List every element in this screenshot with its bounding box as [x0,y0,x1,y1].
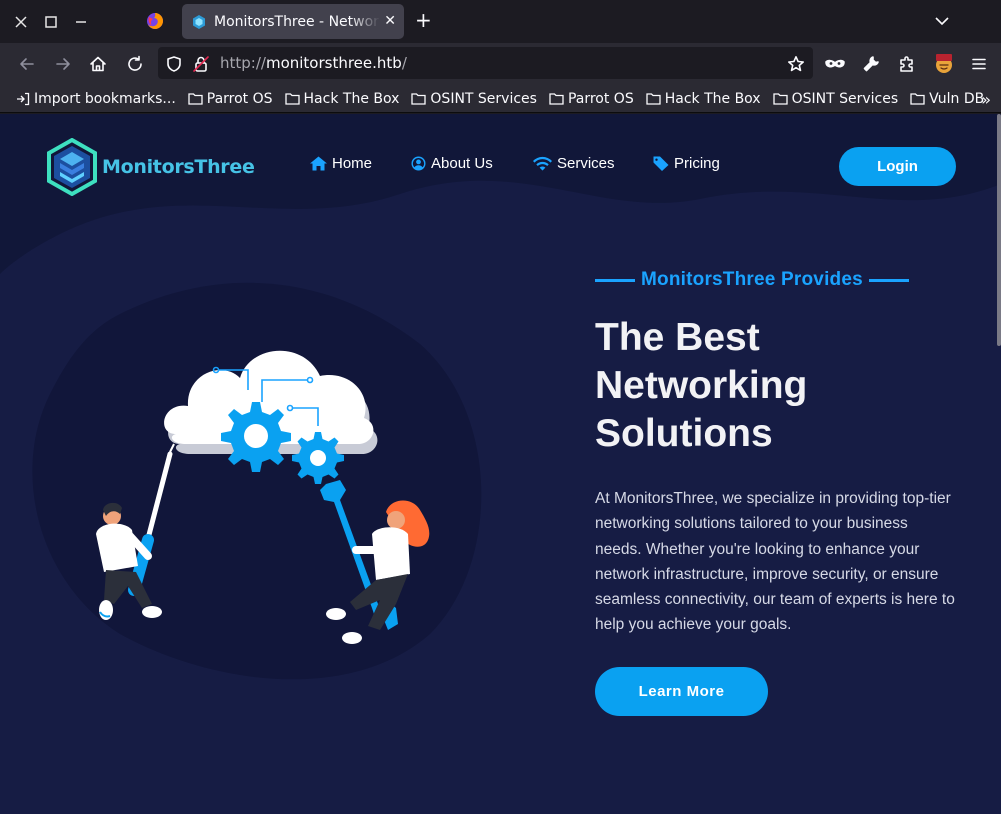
learn-more-button[interactable]: Learn More [595,667,768,716]
private-mask-button[interactable] [825,54,845,74]
insecure-lock-icon[interactable] [191,54,211,74]
url-path: / [401,54,407,72]
bookmark-import[interactable]: Import bookmarks... [16,91,176,107]
nav-services-label: Services [557,155,615,172]
bookmark-star-button[interactable] [786,54,806,74]
mask-icon [825,59,845,68]
hero-headline: The Best Networking Solutions [595,316,808,455]
wrench-icon [863,56,879,72]
monitorsthree-favicon-icon [193,14,205,29]
nav-pricing[interactable]: Pricing [653,155,720,172]
tab-title: MonitorsThree - Network [214,13,380,30]
arrow-right-icon [56,58,70,70]
site-logo[interactable]: MonitorsThree [46,138,255,196]
wifi-icon [533,156,552,171]
bookmarks-overflow-chevron-icon[interactable]: » [981,90,991,109]
bookmark-label: OSINT Services [430,90,537,107]
login-button[interactable]: Login [839,147,956,186]
tab-strip: MonitorsThree - Network ✕ + [0,0,1001,43]
networking-illustration [96,350,430,644]
hamburger-menu-icon [972,58,986,70]
tab-list-chevron-down-icon[interactable] [934,13,950,29]
app-menu-button[interactable] [969,54,989,74]
bookmark-folder-hack-the-box-2[interactable]: Hack The Box [646,91,761,107]
close-icon [15,15,27,28]
hero-eyebrow-text: MonitorsThree Provides [641,269,863,290]
burp-extension-button[interactable] [933,52,955,74]
active-tab[interactable]: MonitorsThree - Network ✕ [182,4,404,39]
bookmark-label: Vuln DB [929,90,985,107]
minimize-icon [76,20,86,23]
hero-description: At MonitorsThree, we specialize in provi… [595,490,955,634]
star-icon [788,56,804,72]
window-minimize-button[interactable] [66,0,96,43]
puzzle-icon [900,56,913,72]
page-scrollbar[interactable] [997,114,1001,346]
bookmark-label: Hack The Box [303,90,400,107]
eyebrow-line-right [868,278,909,282]
folder-icon [549,93,564,105]
url-text[interactable]: http://monitorsthree.htb/ [220,54,407,72]
hero-eyebrow: MonitorsThree Provides [595,269,909,291]
import-icon [17,92,30,105]
web-page: MonitorsThree Home About Us Services Pri… [0,114,1001,814]
user-circle-icon [411,156,426,171]
nav-home-label: Home [332,155,373,172]
small-gear-icon [292,432,344,484]
brand-name: MonitorsThree [102,156,255,178]
nav-about-label: About Us [431,155,493,172]
bookmark-folder-osint-services-2[interactable]: OSINT Services [772,90,899,107]
bookmark-folder-osint-services[interactable]: OSINT Services [411,91,537,107]
url-host: monitorsthree.htb [265,54,402,72]
home-button[interactable] [88,54,108,74]
bookmarks-toolbar: Import bookmarks... Parrot OS Hack The B… [0,85,1001,113]
folder-icon [411,93,427,105]
window-close-button[interactable] [6,0,36,43]
folder-icon [910,93,925,105]
forward-button[interactable] [53,54,73,74]
bookmark-label: Parrot OS [567,90,634,107]
folder-icon [772,93,788,105]
bookmark-folder-parrot-os[interactable]: Parrot OS [188,91,273,107]
back-button[interactable] [17,54,37,74]
gear-icon [221,402,291,472]
eyebrow-line-left [595,278,635,282]
bookmark-label: OSINT Services [791,90,899,107]
bookmark-label: Hack The Box [664,90,761,107]
nav-pricing-label: Pricing [674,155,720,172]
home-icon [310,156,327,171]
tools-button[interactable] [861,54,881,74]
bookmark-folder-vuln-db[interactable]: Vuln DB [910,91,984,107]
monitorsthree-logo-icon [47,138,97,196]
folder-icon [188,93,203,105]
url-protocol: http:// [220,54,266,72]
woman-with-wrench [320,480,430,644]
bookmark-label: Parrot OS [206,90,273,107]
nav-home[interactable]: Home [310,155,372,172]
nav-about-us[interactable]: About Us [411,155,493,172]
burp-icon [936,54,952,73]
price-tag-icon [653,156,669,171]
firefox-icon[interactable] [146,12,164,30]
home-icon [90,56,106,72]
maximize-icon [45,15,57,28]
tracking-protection-shield-icon[interactable] [164,54,184,74]
folder-icon [284,93,300,105]
bookmark-folder-hack-the-box[interactable]: Hack The Box [284,90,400,107]
window-maximize-button[interactable] [36,0,66,43]
reload-icon [128,55,142,71]
nav-services[interactable]: Services [533,155,615,172]
arrow-left-icon [20,58,34,70]
extensions-button[interactable] [897,54,917,74]
new-tab-button[interactable]: + [415,10,432,30]
tab-close-icon[interactable]: ✕ [384,13,396,29]
man-with-screwdriver [96,443,175,620]
bookmark-folder-parrot-os-2[interactable]: Parrot OS [549,91,634,107]
bookmark-label: Import bookmarks... [34,90,176,107]
folder-icon [646,93,661,105]
reload-button[interactable] [125,54,145,74]
